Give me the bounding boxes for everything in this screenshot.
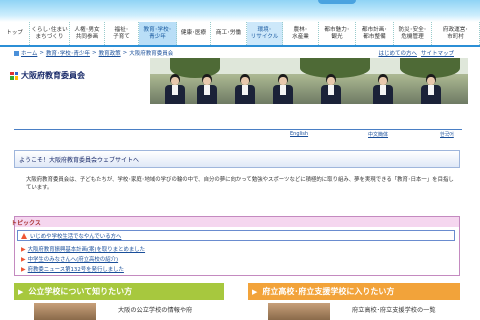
news-link[interactable]: 大阪府教育振興基本計画(案)を取りまとめました	[28, 245, 145, 253]
topics-heading: トピックス	[11, 217, 459, 227]
news-link[interactable]: 府教委ニュース第132号を発行しました	[28, 265, 124, 273]
card-image	[268, 303, 330, 320]
divider	[14, 129, 462, 130]
arrow-icon: ▶	[21, 245, 26, 253]
arrow-icon: ▶	[21, 265, 26, 273]
warning-icon	[21, 232, 27, 239]
banner-photo	[150, 58, 468, 104]
welcome-intro: 大阪府教育委員会は、子どもたちが、学校･家庭･地域の学びの輪の中で、自分の夢に向…	[26, 177, 454, 191]
card-prefectural-schools[interactable]: ▶ 府立高校･府立支援学校に入りたい方 府立高校･府立支援学校の一覧	[248, 283, 462, 320]
topics-heading-text: トピックス	[11, 219, 41, 227]
alert-link[interactable]: いじめや学校生活でなやんでいる方へ	[30, 232, 121, 240]
breadcrumb-sep: >	[122, 50, 128, 56]
topics-box: トピックス いじめや学校生活でなやんでいる方へ ▶ 大阪府教育振興基本計画(案)…	[11, 216, 460, 276]
card-public-schools[interactable]: ▶ 公立学校について知りたい方 大阪の公立学校の情報や府	[14, 283, 230, 320]
nav-item-top[interactable]: トップ	[0, 22, 30, 45]
card-text: 府立高校･府立支援学校の一覧	[352, 307, 436, 314]
header-decoration	[318, 0, 356, 4]
card-image	[34, 303, 96, 320]
nav-item-human-rights[interactable]: 人権･男女 共同参画	[70, 22, 105, 45]
breadcrumb-sep: >	[39, 50, 44, 56]
list-item[interactable]: ▶ 府教委ニュース第132号を発行しました	[21, 265, 145, 274]
breadcrumb-policy[interactable]: 教育政策	[99, 49, 121, 57]
list-item[interactable]: ▶ 大阪府教育振興基本計画(案)を取りまとめました	[21, 245, 145, 254]
nav-item-living[interactable]: くらし･住まい まちづくり	[30, 22, 70, 45]
nav-item-commerce[interactable]: 商工･労働	[211, 22, 247, 45]
card-title: 府立高校･府立支援学校に入りたい方	[262, 287, 395, 296]
utility-links: はじめての方へ サイトマップ	[378, 49, 454, 57]
nav-item-health[interactable]: 健康･医療	[177, 22, 211, 45]
card-header[interactable]: ▶ 公立学校について知りたい方	[14, 283, 224, 300]
breadcrumb-icon	[14, 50, 19, 56]
logo-icon	[10, 71, 18, 80]
breadcrumb: ホーム > 教育･学校･青少年 > 教育政策 > 大阪府教育委員会	[14, 49, 173, 57]
first-visit-link[interactable]: はじめての方へ	[378, 49, 417, 57]
card-header[interactable]: ▶ 府立高校･府立支援学校に入りたい方	[248, 283, 460, 300]
breadcrumb-sep: >	[91, 50, 97, 56]
list-item[interactable]: ▶ 中学生のみなさんへ(府立高校の紹介)	[21, 255, 145, 264]
global-nav: トップ くらし･住まい まちづくり 人権･男女 共同参画 福祉･ 子育て 教育･学校･…	[0, 22, 480, 47]
alert-banner[interactable]: いじめや学校生活でなやんでいる方へ	[17, 230, 455, 241]
nav-item-agriculture[interactable]: 農林･ 水産業	[283, 22, 319, 45]
nav-item-disaster[interactable]: 防災･安全･ 危機管理	[394, 22, 432, 45]
nav-item-education[interactable]: 教育･学校･ 青少年	[139, 22, 177, 45]
site-header-band	[0, 0, 480, 22]
arrow-icon: ▶	[18, 287, 24, 296]
sitemap-link[interactable]: サイトマップ	[421, 49, 454, 57]
nav-item-urban-planning[interactable]: 都市計画･ 都市整備	[356, 22, 394, 45]
breadcrumb-education[interactable]: 教育･学校･青少年	[46, 49, 90, 57]
nav-item-welfare[interactable]: 福祉･ 子育て	[105, 22, 139, 45]
arrow-icon: ▶	[252, 287, 258, 296]
lang-chinese-link[interactable]: 中文簡体	[368, 131, 388, 138]
nav-item-tourism[interactable]: 都市魅力･ 観光	[319, 22, 356, 45]
site-title: 大阪府教育委員会	[21, 71, 85, 80]
card-title: 公立学校について知りたい方	[28, 287, 133, 296]
news-list: ▶ 大阪府教育振興基本計画(案)を取りまとめました ▶ 中学生のみなさんへ(府立…	[21, 245, 145, 274]
breadcrumb-home[interactable]: ホーム	[21, 49, 37, 57]
card-text: 大阪の公立学校の情報や府	[118, 307, 193, 314]
site-logo[interactable]: 大阪府教育委員会	[10, 70, 85, 81]
news-link[interactable]: 中学生のみなさんへ(府立高校の紹介)	[28, 255, 118, 263]
lang-english-link[interactable]: English	[290, 131, 308, 137]
lang-korean-link[interactable]: 한국어	[440, 131, 454, 138]
arrow-icon: ▶	[21, 255, 26, 263]
nav-item-environment[interactable]: 環境･ リサイクル	[247, 22, 283, 45]
welcome-heading: ようこそ！大阪府教育委員会ウェブサイトへ	[14, 150, 460, 168]
breadcrumb-current: 大阪府教育委員会	[129, 51, 174, 57]
nav-item-government[interactable]: 府政運営･ 市町村	[432, 22, 480, 45]
